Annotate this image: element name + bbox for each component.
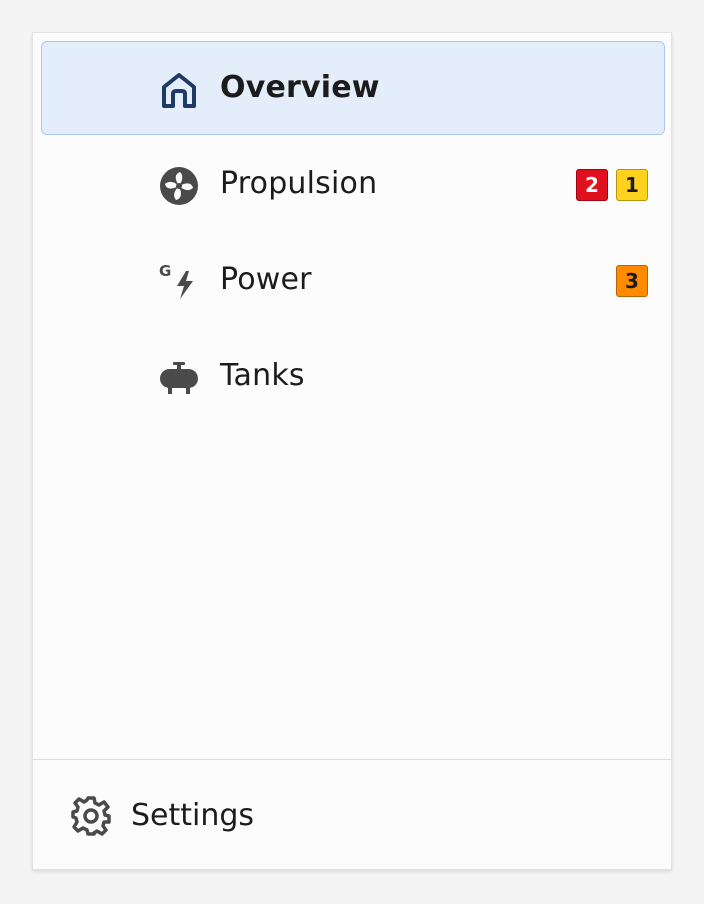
sidebar-item-label: Tanks xyxy=(220,358,305,393)
sidebar-item-label: Propulsion xyxy=(220,166,378,201)
alert-badges: 3 xyxy=(616,265,648,297)
tank-icon xyxy=(158,357,200,399)
sidebar-item-tanks[interactable]: Tanks xyxy=(41,329,665,423)
caution-alert-badge: 1 xyxy=(616,169,648,201)
gear-icon xyxy=(69,794,113,838)
settings-label: Settings xyxy=(131,798,255,833)
settings-button[interactable]: Settings xyxy=(33,760,671,870)
sidebar-panel: Overview Propulsion 2 1 G Power 3 Tanks … xyxy=(32,32,672,870)
svg-text:G: G xyxy=(159,262,171,280)
critical-alert-badge: 2 xyxy=(576,169,608,201)
home-icon xyxy=(158,69,200,111)
sidebar-item-propulsion[interactable]: Propulsion 2 1 xyxy=(41,137,665,231)
sidebar-item-label: Power xyxy=(220,262,312,297)
alert-badges: 2 1 xyxy=(576,169,648,201)
sidebar-item-overview[interactable]: Overview xyxy=(41,41,665,135)
sidebar-item-label: Overview xyxy=(220,70,380,105)
fan-icon xyxy=(158,165,200,207)
generator-bolt-icon: G xyxy=(158,261,200,303)
sidebar-item-power[interactable]: G Power 3 xyxy=(41,233,665,327)
sidebar-nav: Overview Propulsion 2 1 G Power 3 Tanks xyxy=(41,41,665,425)
warning-alert-badge: 3 xyxy=(616,265,648,297)
